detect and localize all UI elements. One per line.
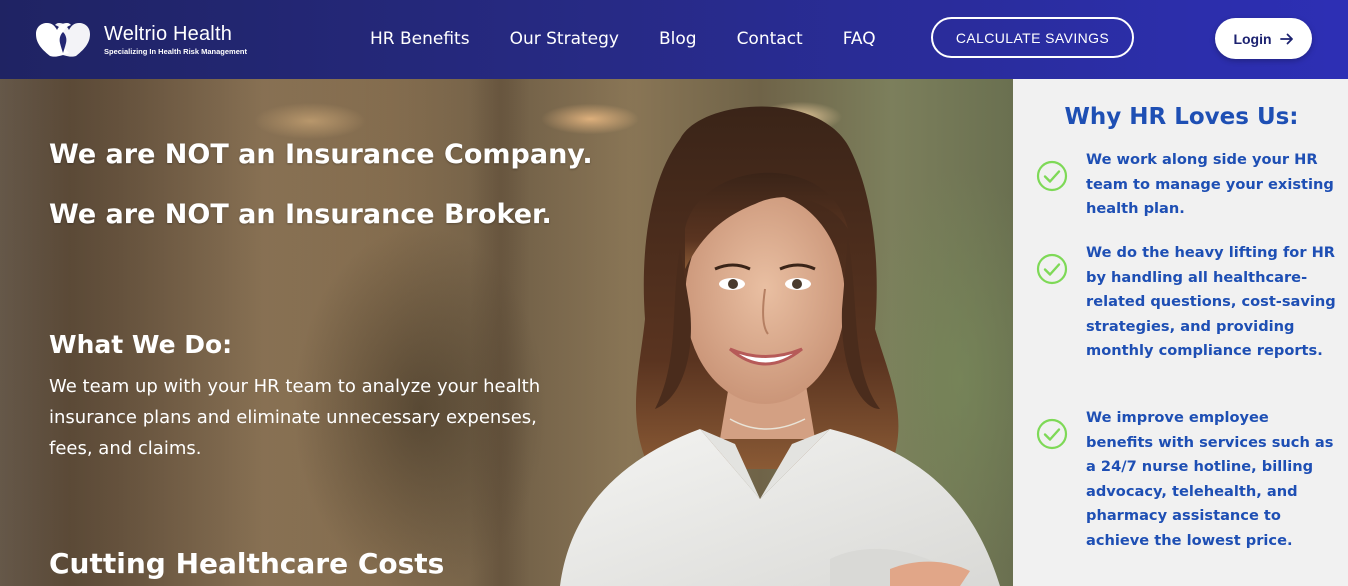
- arrow-right-icon: [1279, 33, 1293, 44]
- check-circle-icon: [1036, 253, 1068, 285]
- what-we-do-title: What We Do:: [49, 330, 233, 359]
- list-item-text: We do the heavy lifting for HR by handli…: [1086, 244, 1336, 359]
- nav-item-contact[interactable]: Contact: [737, 27, 803, 51]
- check-circle-icon: [1036, 160, 1068, 192]
- login-label: Login: [1233, 30, 1272, 47]
- list-item-text: We improve employee benefits with servic…: [1086, 409, 1334, 549]
- nav-item-hr-benefits[interactable]: HR Benefits: [370, 27, 470, 51]
- nav-item-our-strategy[interactable]: Our Strategy: [510, 27, 619, 51]
- smiling-woman-photo: [560, 106, 1000, 586]
- brand-logo[interactable]: Weltrio Health Specializing In Health Ri…: [36, 22, 247, 58]
- headline-not-insurance-company: We are NOT an Insurance Company.: [49, 139, 593, 170]
- main-nav: HR Benefits Our Strategy Blog Contact FA…: [370, 27, 916, 51]
- headline-not-insurance-broker: We are NOT an Insurance Broker.: [49, 199, 552, 230]
- brand-text: Weltrio Health Specializing In Health Ri…: [104, 22, 247, 56]
- why-hr-loves-us-panel: Why HR Loves Us: We work along side your…: [1013, 79, 1348, 586]
- check-circle-icon: [1036, 418, 1068, 450]
- brand-tagline: Specializing In Health Risk Management: [104, 47, 247, 56]
- panel-title: Why HR Loves Us:: [1064, 104, 1299, 130]
- nav-item-faq[interactable]: FAQ: [843, 27, 876, 51]
- calculate-savings-label: CALCULATE SAVINGS: [955, 29, 1110, 46]
- calculate-savings-button[interactable]: CALCULATE SAVINGS: [931, 17, 1134, 58]
- hero-section: We are NOT an Insurance Company. We are …: [0, 79, 1013, 586]
- section-heading: Cutting Healthcare Costs: [49, 547, 445, 580]
- nav-item-blog[interactable]: Blog: [659, 27, 697, 51]
- list-item-text: We work along side your HR team to manag…: [1086, 151, 1334, 217]
- login-button[interactable]: Login: [1215, 18, 1312, 59]
- double-heart-logo-icon: [36, 23, 90, 57]
- brand-name: Weltrio Health: [104, 23, 233, 45]
- what-we-do-text: We team up with your HR team to analyze …: [49, 376, 541, 459]
- site-header: Weltrio Health Specializing In Health Ri…: [0, 0, 1348, 79]
